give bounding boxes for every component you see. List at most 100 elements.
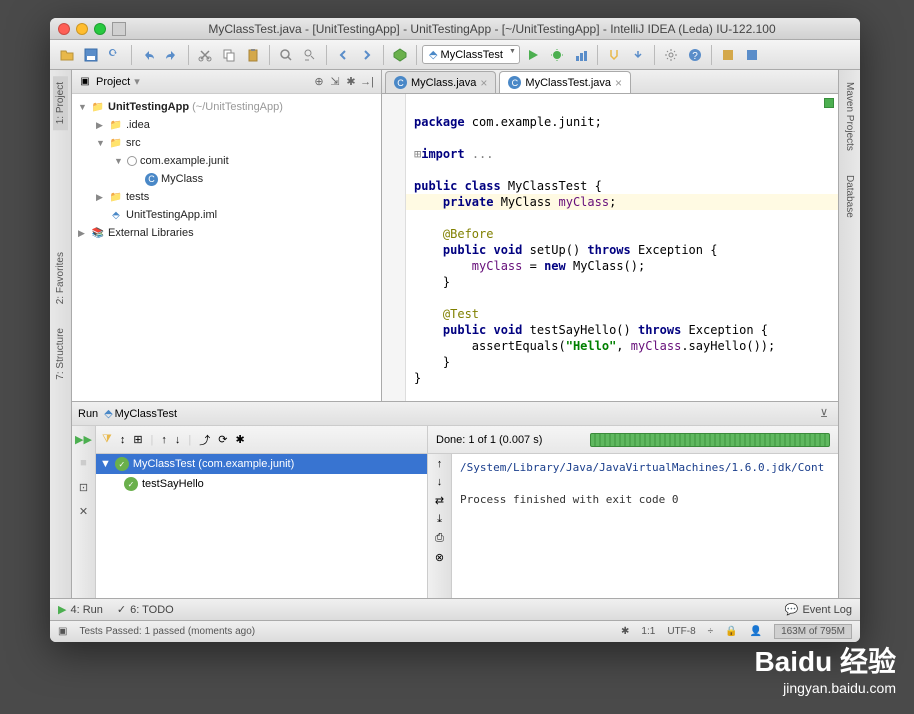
right-tool-gutter: Maven Projects Database [838, 70, 860, 598]
tree-item[interactable]: ▶📁 .idea [72, 116, 381, 134]
cut-icon[interactable] [194, 44, 216, 66]
bottom-tool-tabs: ▶4: Run ✓6: TODO 💬Event Log [50, 598, 860, 620]
panel-settings-icon[interactable]: ✱ [343, 74, 359, 90]
build-icon[interactable] [389, 44, 411, 66]
test-folder-icon: 📁 [109, 190, 123, 204]
export-icon[interactable]: ⤴ [199, 432, 210, 448]
down-icon[interactable]: ↓ [437, 476, 443, 488]
test-tree[interactable]: ▼ ✓ MyClassTest (com.example.junit) ✓ te… [96, 454, 427, 598]
tree-item[interactable]: ▼ com.example.junit [72, 152, 381, 170]
test-method-row[interactable]: ✓ testSayHello [96, 474, 427, 494]
settings-icon[interactable] [660, 44, 682, 66]
up-icon[interactable]: ↑ [437, 458, 443, 470]
minimize-window-button[interactable] [76, 23, 88, 35]
left-tool-gutter: 1: Project 2: Favorites 7: Structure [50, 70, 72, 598]
sort-icon[interactable]: ↕ [120, 434, 126, 446]
console-output[interactable]: /System/Library/Java/JavaVirtualMachines… [452, 454, 838, 598]
tree-item[interactable]: C MyClass [72, 170, 381, 188]
hide-panel-icon[interactable]: →| [359, 74, 375, 90]
tree-item[interactable]: ⬘ UnitTestingApp.iml [72, 206, 381, 224]
folder-icon: 📁 [91, 100, 105, 114]
gear-icon[interactable]: ✱ [235, 433, 244, 446]
expand-icon[interactable]: ⊞ [133, 433, 142, 446]
close-window-button[interactable] [58, 23, 70, 35]
database-tool-tab[interactable]: Database [842, 169, 857, 224]
run-bottom-tab[interactable]: ▶4: Run [58, 603, 103, 616]
prev-icon[interactable]: ↑ [161, 434, 167, 446]
status-icon[interactable]: ✱ [621, 626, 629, 637]
maven-tool-tab[interactable]: Maven Projects [842, 76, 857, 157]
project-view-icon: ▣ [78, 75, 92, 89]
tool1-icon[interactable] [717, 44, 739, 66]
event-log-tab[interactable]: 💬Event Log [785, 603, 852, 616]
undo-icon[interactable] [137, 44, 159, 66]
module-icon: ⬘ [109, 208, 123, 222]
close-tab-icon[interactable]: × [615, 76, 622, 90]
forward-icon[interactable] [356, 44, 378, 66]
debug-icon[interactable] [546, 44, 568, 66]
tree-item[interactable]: ▶📚 External Libraries [72, 224, 381, 242]
back-icon[interactable] [332, 44, 354, 66]
paste-icon[interactable] [242, 44, 264, 66]
lock-icon[interactable]: 🔒 [725, 626, 737, 637]
filter-icon[interactable]: ⧩ [102, 433, 112, 446]
zoom-window-button[interactable] [94, 23, 106, 35]
test-toolbar: ⧩ ↕ ⊞ | ↑ ↓ | ⤴ ⟳ ✱ [96, 426, 427, 454]
structure-tool-tab[interactable]: 7: Structure [53, 322, 68, 386]
folder-icon: 📁 [109, 118, 123, 132]
clear-icon[interactable]: ⊗ [435, 551, 444, 564]
progress-bar [590, 433, 830, 447]
minimize-panel-icon[interactable]: ⊻ [816, 406, 832, 422]
watermark: Baidu 经验 jingyan.baidu.com [754, 640, 896, 696]
find-icon[interactable] [275, 44, 297, 66]
project-tree[interactable]: ▼📁 UnitTestingApp (~/UnitTestingApp) ▶📁 … [72, 94, 381, 401]
scroll-to-source-icon[interactable]: ⊕ [311, 74, 327, 90]
status-message: Tests Passed: 1 passed (moments ago) [79, 626, 255, 637]
encoding-label[interactable]: UTF-8 [667, 626, 695, 637]
close-icon[interactable]: ✕ [75, 502, 93, 520]
next-icon[interactable]: ↓ [175, 434, 181, 446]
status-bar: ▣ Tests Passed: 1 passed (moments ago) ✱… [50, 620, 860, 642]
wrap-icon[interactable]: ⇄ [435, 494, 444, 507]
window-title: MyClassTest.java - [UnitTestingApp] - Un… [132, 22, 852, 36]
scroll-icon[interactable]: ⤓ [437, 513, 442, 526]
tool2-icon[interactable] [741, 44, 763, 66]
collapse-all-icon[interactable]: ⇲ [327, 74, 343, 90]
library-icon: 📚 [91, 226, 105, 240]
help-icon[interactable]: ? [684, 44, 706, 66]
update-icon[interactable] [627, 44, 649, 66]
sync-icon[interactable] [104, 44, 126, 66]
run-panel-header: Run ⬘ MyClassTest ⊻ [72, 402, 838, 426]
open-icon[interactable] [56, 44, 78, 66]
hector-icon[interactable]: 👤 [750, 626, 762, 637]
tree-item[interactable]: ▶📁 tests [72, 188, 381, 206]
rerun-icon[interactable]: ▶▶ [75, 430, 93, 448]
editor-tab[interactable]: C MyClass.java × [385, 71, 496, 93]
stop-icon[interactable]: ■ [75, 454, 93, 472]
package-icon [127, 156, 137, 166]
favorites-tool-tab[interactable]: 2: Favorites [53, 246, 68, 310]
code-editor[interactable]: package com.example.junit; ⊞import ... p… [382, 94, 838, 401]
pin-icon[interactable]: ⊡ [75, 478, 93, 496]
vcs-icon[interactable] [603, 44, 625, 66]
redo-icon[interactable] [161, 44, 183, 66]
tree-root[interactable]: ▼📁 UnitTestingApp (~/UnitTestingApp) [72, 98, 381, 116]
replace-icon[interactable] [299, 44, 321, 66]
editor-tab-active[interactable]: C MyClassTest.java × [499, 71, 631, 93]
save-icon[interactable] [80, 44, 102, 66]
tree-item[interactable]: ▼📁 src [72, 134, 381, 152]
coverage-icon[interactable] [570, 44, 592, 66]
project-tool-tab[interactable]: 1: Project [53, 76, 68, 130]
test-class-row[interactable]: ▼ ✓ MyClassTest (com.example.junit) [96, 454, 427, 474]
print-icon[interactable]: ⎙ [435, 532, 444, 545]
memory-indicator[interactable]: 163M of 795M [774, 624, 852, 639]
caret-position[interactable]: 1:1 [641, 626, 655, 637]
run-config-dropdown[interactable]: ⬘ MyClassTest [422, 45, 520, 64]
run-icon[interactable] [522, 44, 544, 66]
copy-icon[interactable] [218, 44, 240, 66]
history-icon[interactable]: ⟳ [218, 433, 227, 446]
close-tab-icon[interactable]: × [480, 76, 487, 90]
traffic-lights [58, 23, 106, 35]
todo-bottom-tab[interactable]: ✓6: TODO [117, 603, 174, 616]
class-icon: C [394, 76, 407, 89]
